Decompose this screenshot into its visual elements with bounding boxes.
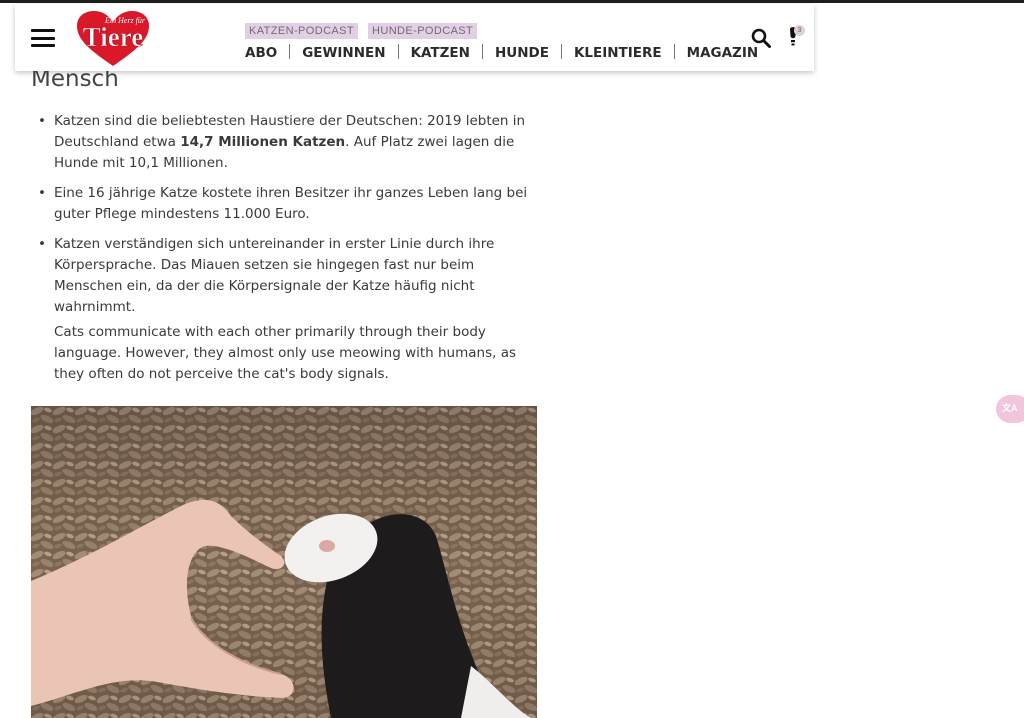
browser-top-border bbox=[0, 0, 1024, 3]
article-photo bbox=[31, 406, 537, 718]
nav-katzen[interactable]: KATZEN bbox=[411, 45, 470, 61]
menu-icon[interactable] bbox=[31, 29, 55, 47]
list-item: • Eine 16 jährige Katze kostete ihren Bes… bbox=[38, 183, 538, 225]
nav-magazin[interactable]: MAGAZIN bbox=[687, 45, 759, 61]
nav-divider bbox=[289, 44, 291, 59]
list-item: • Katzen verständigen sich untereinander … bbox=[38, 234, 538, 318]
bullet: • bbox=[38, 113, 46, 129]
notification-bell-icon[interactable]: 3 bbox=[785, 25, 809, 51]
notification-count-badge: 3 bbox=[794, 25, 805, 36]
nav-gewinnen[interactable]: GEWINNEN bbox=[302, 45, 385, 61]
svg-text:Tiere: Tiere bbox=[83, 22, 144, 52]
translation-paragraph: Cats communicate with each other primari… bbox=[54, 324, 517, 382]
hunde-podcast-link[interactable]: HUNDE-PODCAST bbox=[368, 23, 478, 39]
fact-highlight: 14,7 Millionen Katzen bbox=[180, 134, 346, 150]
nav-kleintiere[interactable]: KLEINTIERE bbox=[574, 45, 662, 61]
bullet: • bbox=[38, 185, 46, 201]
podcast-links: KATZEN-PODCAST HUNDE-PODCAST bbox=[245, 19, 487, 39]
fact-text: Katzen verständigen sich untereinander i… bbox=[54, 236, 495, 315]
list-item: • Katzen sind die beliebtesten Haustiere … bbox=[38, 111, 538, 174]
nav-divider bbox=[397, 44, 399, 59]
fact-text: Eine 16 jährige Katze kostete ihren Besi… bbox=[54, 185, 528, 222]
facts-list: • Katzen sind die beliebtesten Haustiere … bbox=[38, 111, 538, 318]
nav-divider bbox=[673, 44, 675, 59]
bullet: • bbox=[38, 236, 46, 252]
katzen-podcast-link[interactable]: KATZEN-PODCAST bbox=[245, 23, 359, 39]
nav-divider bbox=[481, 44, 483, 59]
site-header: Ein Herz für Tiere KATZEN-PODCAST HUNDE-P… bbox=[15, 4, 814, 71]
main-navigation: ABO GEWINNEN KATZEN HUNDE KLEINTIERE MAGAZIN bbox=[245, 44, 758, 61]
site-logo[interactable]: Ein Herz für Tiere bbox=[73, 8, 153, 68]
nav-abo[interactable]: ABO bbox=[245, 45, 277, 61]
translate-icon: 文A bbox=[1002, 403, 1018, 413]
search-icon[interactable] bbox=[751, 28, 771, 48]
translate-button[interactable]: 文A bbox=[996, 395, 1024, 423]
nav-hunde[interactable]: HUNDE bbox=[495, 45, 549, 61]
nav-divider bbox=[560, 44, 562, 59]
